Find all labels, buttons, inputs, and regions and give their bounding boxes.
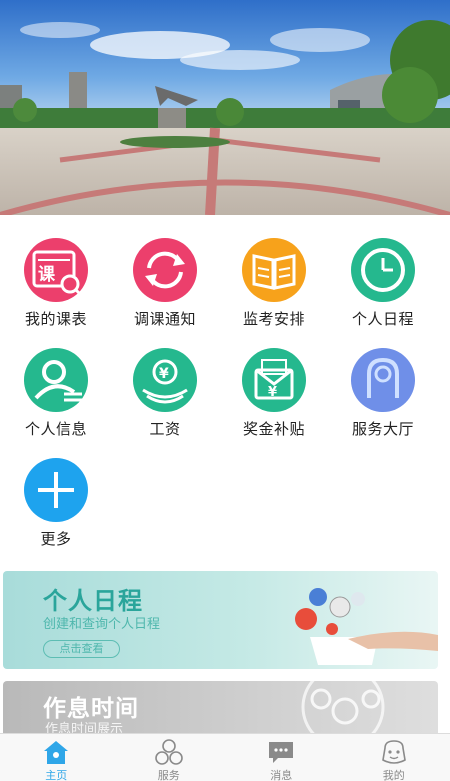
tile-more[interactable]: 更多	[1, 450, 111, 550]
tile-label: 个人信息	[24, 421, 87, 438]
profile-icon	[381, 740, 406, 764]
view-button[interactable]: 点击查看	[43, 640, 120, 658]
tile-my-timetable[interactable]: 课 我的课表	[1, 230, 111, 330]
tile-salary[interactable]: ¥ 工资	[110, 340, 220, 440]
tab-profile[interactable]: 我的	[338, 734, 450, 781]
svg-text:¥: ¥	[159, 366, 169, 382]
tile-label: 调课通知	[133, 311, 196, 328]
campus-hero-image	[0, 0, 450, 215]
plus-icon	[24, 458, 88, 522]
home-icon	[44, 741, 69, 764]
timetable-icon: 课	[24, 238, 88, 302]
person-icon	[24, 348, 88, 412]
coffee-cup-illustration	[295, 588, 438, 665]
banner-subtitle: 创建和查询个人日程	[43, 616, 161, 631]
tile-label: 更多	[40, 531, 72, 548]
tile-personal-info[interactable]: 个人信息	[1, 340, 111, 440]
tile-label: 工资	[149, 421, 181, 438]
service-hall-icon	[351, 348, 415, 412]
bonus-envelope-icon: ¥	[242, 348, 306, 412]
tile-invigilation[interactable]: 监考安排	[219, 230, 329, 330]
tile-service-hall[interactable]: 服务大厅	[328, 340, 438, 440]
tab-label: 我的	[382, 770, 405, 781]
book-icon	[242, 238, 306, 302]
tile-class-change-notice[interactable]: 调课通知	[110, 230, 220, 330]
tab-label: 消息	[270, 770, 293, 781]
tab-services[interactable]: 服务	[113, 734, 226, 781]
tile-label: 服务大厅	[351, 421, 414, 438]
svg-text:课: 课	[38, 265, 56, 285]
tile-label: 个人日程	[351, 311, 414, 328]
tile-bonus-subsidy[interactable]: ¥ 奖金补贴	[219, 340, 329, 440]
tile-label: 奖金补贴	[242, 421, 305, 438]
clock-icon	[351, 238, 415, 302]
schedule-banner[interactable]: 个人日程 创建和查询个人日程 点击查看	[3, 571, 438, 669]
tile-personal-schedule[interactable]: 个人日程	[328, 230, 438, 330]
tile-label: 我的课表	[24, 311, 87, 328]
rest-time-banner[interactable]: 作息时间 作息时间展示	[3, 681, 438, 737]
banner-title: 个人日程	[43, 588, 143, 615]
gears-illustration	[301, 681, 385, 737]
message-icon	[269, 742, 294, 763]
sync-icon	[133, 238, 197, 302]
salary-icon: ¥	[133, 348, 197, 412]
tab-messages[interactable]: 消息	[225, 734, 338, 781]
tab-home[interactable]: 主页	[0, 734, 113, 781]
bottom-tab-bar: 主页 服务 消息 我的	[0, 733, 450, 781]
tab-label: 服务	[157, 770, 180, 781]
services-icon	[154, 739, 183, 765]
svg-text:¥: ¥	[268, 385, 277, 400]
tab-label: 主页	[45, 770, 68, 781]
tile-label: 监考安排	[242, 311, 305, 328]
